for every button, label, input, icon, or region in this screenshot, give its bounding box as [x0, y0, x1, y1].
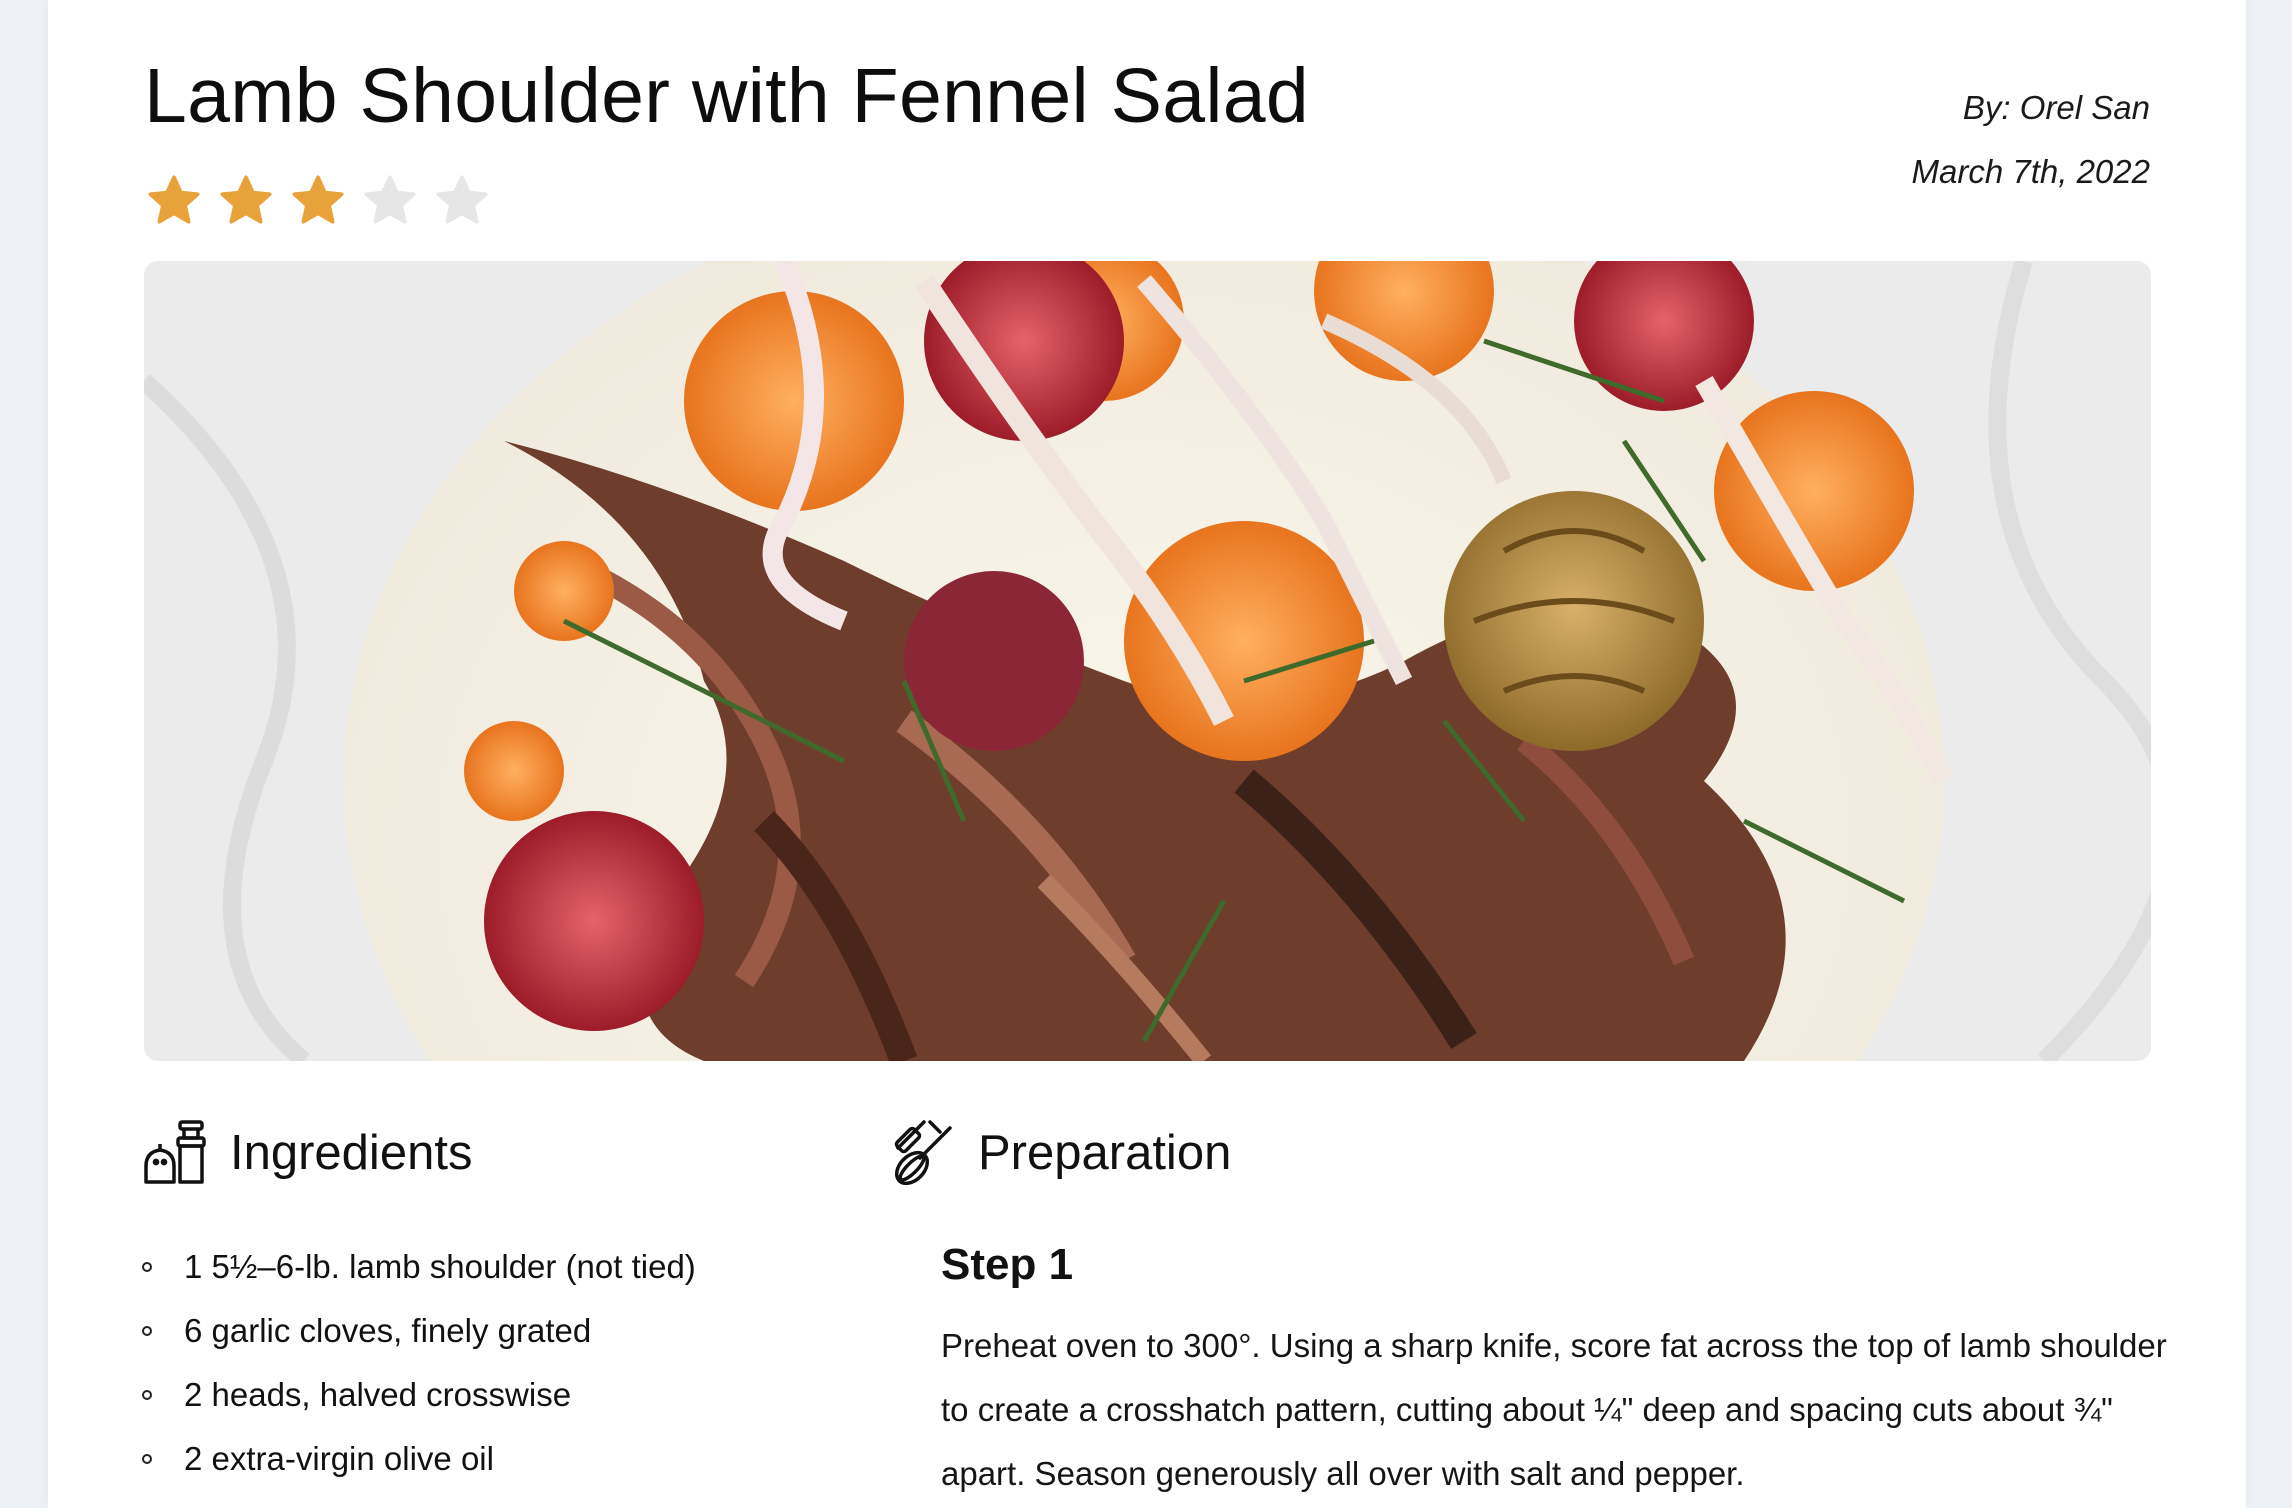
- star-filled-icon[interactable]: [288, 172, 348, 230]
- ingredient-text: 1 5½–6-lb. lamb shoulder (not tied): [184, 1248, 696, 1285]
- ingredient-text: 6 garlic cloves, finely grated: [184, 1312, 592, 1349]
- rating-stars[interactable]: [144, 172, 492, 230]
- whisk-rolling-pin-icon: [890, 1118, 960, 1188]
- author-label: By: Orel San: [1962, 89, 2150, 126]
- salt-pepper-icon: [142, 1118, 212, 1188]
- bullet-icon: [142, 1262, 152, 1272]
- ingredient-text: 2 heads, halved crosswise: [184, 1376, 572, 1413]
- date-label: March 7th, 2022: [1911, 153, 2150, 190]
- ingredients-heading: Ingredients: [230, 1126, 473, 1180]
- star-filled-icon[interactable]: [216, 172, 276, 230]
- hero-image: [144, 261, 2151, 1061]
- bullet-icon: [142, 1326, 152, 1336]
- step-title: Step 1: [941, 1240, 1074, 1289]
- ingredient-item: 2 extra-virgin olive oil: [142, 1427, 696, 1491]
- ingredient-text: 2 extra-virgin olive oil: [184, 1440, 494, 1477]
- star-empty-icon[interactable]: [360, 172, 420, 230]
- recipe-card: Lamb Shoulder with Fennel Salad By: Orel…: [48, 0, 2246, 1508]
- recipe-title: Lamb Shoulder with Fennel Salad: [144, 53, 1310, 139]
- preparation-header: Preparation: [890, 1118, 1231, 1188]
- bullet-icon: [142, 1390, 152, 1400]
- ingredient-item: 6 garlic cloves, finely grated: [142, 1299, 696, 1363]
- ingredient-item: 1 5½–6-lb. lamb shoulder (not tied): [142, 1235, 696, 1299]
- star-empty-icon[interactable]: [432, 172, 492, 230]
- ingredients-list: 1 5½–6-lb. lamb shoulder (not tied) 6 gar…: [142, 1235, 696, 1491]
- ingredients-header: Ingredients: [142, 1118, 472, 1188]
- star-filled-icon[interactable]: [144, 172, 204, 230]
- ingredient-item: 2 heads, halved crosswise: [142, 1363, 696, 1427]
- recipe-meta: By: Orel San March 7th, 2022: [1912, 76, 2150, 204]
- preparation-heading: Preparation: [978, 1126, 1232, 1180]
- step-text: Preheat oven to 300°. Using a sharp knif…: [941, 1327, 2167, 1492]
- bullet-icon: [142, 1454, 152, 1464]
